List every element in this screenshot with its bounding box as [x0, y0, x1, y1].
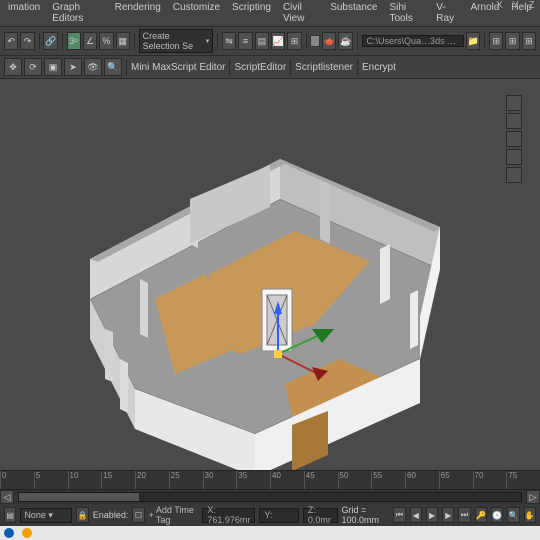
key-mode-button[interactable]: 🔑	[475, 507, 487, 523]
view-button-2[interactable]: 🔍	[104, 58, 122, 76]
selection-set-dropdown[interactable]: Create Selection Se▾	[139, 29, 214, 53]
plus-icon: +	[149, 510, 154, 520]
menu-rendering[interactable]: Rendering	[111, 1, 165, 25]
open-file-button[interactable]: 📁	[466, 32, 480, 50]
floor-plan-model	[40, 99, 500, 470]
taskbar-icon-2[interactable]	[22, 528, 32, 538]
menu-civil-view[interactable]: Civil View	[279, 1, 322, 25]
axis-x[interactable]: X	[493, 0, 506, 11]
workspace-button-3[interactable]: ⊞	[522, 32, 536, 50]
menu-scripting[interactable]: Scripting	[228, 1, 275, 25]
create-panel-icon[interactable]	[506, 95, 522, 111]
script-toolbar: ✥ ⟳ ▣ ➤ 👁 🔍 Mini MaxScript Editor Script…	[0, 56, 540, 79]
frame-ruler[interactable]: 0 5 10 15 20 25 30 35 40 45 50 55 60 65 …	[0, 471, 540, 490]
play-button[interactable]: ▶	[426, 507, 438, 523]
align-button[interactable]: ≡	[238, 32, 252, 50]
undo-button[interactable]: ↶	[4, 32, 18, 50]
play-next-button[interactable]: ▶	[442, 507, 454, 523]
lock-selection-button[interactable]: 🔒	[76, 507, 88, 523]
track-prev-button[interactable]: ◁	[0, 490, 14, 504]
script-listener-label[interactable]: Scriptlistener	[295, 62, 353, 73]
os-taskbar[interactable]	[0, 526, 540, 540]
axis-y[interactable]: Y	[509, 0, 522, 11]
display-panel-icon[interactable]	[506, 167, 522, 183]
encrypt-label[interactable]: Encrypt	[362, 62, 396, 73]
pan-button[interactable]: ✋	[524, 507, 536, 523]
enabled-checkbox[interactable]: ☐	[132, 507, 144, 523]
track-bar[interactable]: ◁ ▷	[0, 490, 540, 504]
add-time-tag-button[interactable]: + Add Time Tag	[149, 505, 195, 525]
modify-panel-icon[interactable]	[506, 113, 522, 129]
snap-toggle[interactable]: 3o	[67, 32, 81, 50]
time-slider[interactable]: 0 5 10 15 20 25 30 35 40 45 50 55 60 65 …	[0, 470, 540, 503]
view-button-1[interactable]: 👁	[84, 58, 102, 76]
chevron-down-icon: ▾	[206, 37, 210, 45]
rotate-tool[interactable]: ⟳	[24, 58, 42, 76]
menu-graph-editors[interactable]: Graph Editors	[48, 1, 106, 25]
move-tool[interactable]: ✥	[4, 58, 22, 76]
mirror-button[interactable]: ⇋	[222, 32, 236, 50]
maxscript-mini-listener[interactable]: ▤	[4, 507, 16, 523]
workspace-button-2[interactable]: ⊞	[505, 32, 519, 50]
percent-snap-button[interactable]: %	[99, 32, 113, 50]
x-coordinate-field[interactable]: X: 761.976mr	[202, 508, 255, 523]
angle-snap-button[interactable]: ∠	[83, 32, 97, 50]
hierarchy-panel-icon[interactable]	[506, 131, 522, 147]
main-toolbar: ↶ ↷ 🔗 3o ∠ % ▦ Create Selection Se▾ ⇋ ≡ …	[0, 27, 540, 56]
maxscript-editor-label[interactable]: Mini MaxScript Editor	[131, 62, 225, 73]
taskbar-icon-1[interactable]	[4, 528, 14, 538]
perspective-viewport[interactable]	[0, 79, 540, 470]
file-path-field[interactable]: C:\Users\Qua…3ds Max 2023	[362, 35, 464, 47]
menu-animation[interactable]: imation	[4, 1, 44, 25]
command-panel-edge[interactable]	[506, 95, 522, 183]
script-editor-label[interactable]: ScriptEditor	[234, 62, 286, 73]
play-end-button[interactable]: ⏭	[458, 507, 470, 523]
grid-snap-button[interactable]: ▦	[116, 32, 130, 50]
render-setup-button[interactable]: 🫖	[322, 32, 336, 50]
axis-selector[interactable]: X Y Z	[493, 0, 538, 11]
selection-lock-dropdown[interactable]: None ▾	[20, 508, 72, 523]
zoom-extents-button[interactable]: 🔍	[507, 507, 519, 523]
play-start-button[interactable]: ⏮	[393, 507, 405, 523]
motion-panel-icon[interactable]	[506, 149, 522, 165]
track-next-button[interactable]: ▷	[526, 490, 540, 504]
menu-vray[interactable]: V-Ray	[432, 1, 462, 25]
axis-z[interactable]: Z	[525, 0, 538, 11]
workspace-button-1[interactable]: ⊞	[489, 32, 503, 50]
redo-button[interactable]: ↷	[20, 32, 34, 50]
render-frame-button[interactable]: ☕	[338, 32, 352, 50]
y-coordinate-field[interactable]: Y:	[259, 508, 298, 523]
menu-substance[interactable]: Substance	[326, 1, 381, 25]
grid-size-label: Grid = 100.0mm	[342, 505, 390, 525]
status-bar: ▤ None ▾ 🔒 Enabled: ☐ + Add Time Tag X: …	[0, 503, 540, 526]
layers-button[interactable]: ▤	[255, 32, 269, 50]
time-config-button[interactable]: 🕓	[491, 507, 503, 523]
schematic-button[interactable]: ⊞	[287, 32, 301, 50]
link-button[interactable]: 🔗	[43, 32, 57, 50]
main-menu[interactable]: imation Graph Editors Rendering Customiz…	[0, 0, 540, 27]
select-tool[interactable]: ➤	[64, 58, 82, 76]
curve-editor-button[interactable]: 📈	[271, 32, 285, 50]
menu-sihi-tools[interactable]: Sihi Tools	[385, 1, 428, 25]
menu-customize[interactable]: Customize	[169, 1, 224, 25]
scale-tool[interactable]: ▣	[44, 58, 62, 76]
play-prev-button[interactable]: ◀	[410, 507, 422, 523]
enabled-label: Enabled:	[93, 510, 129, 520]
scrub-handle[interactable]	[19, 493, 139, 501]
z-coordinate-field[interactable]: Z: 0.0mr	[303, 508, 338, 523]
material-swatch[interactable]	[310, 35, 320, 47]
